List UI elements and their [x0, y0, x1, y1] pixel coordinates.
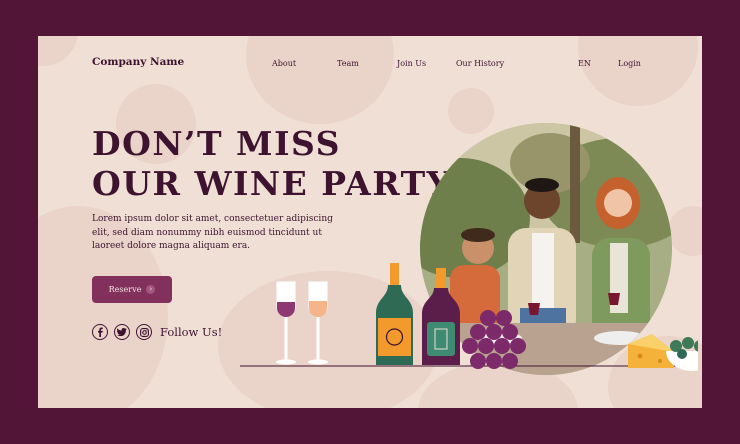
reserve-button-label: Reserve	[108, 285, 142, 294]
wine-bottle-purple	[422, 268, 460, 365]
headline-line-1: DON’T MISS	[92, 124, 341, 163]
company-logo[interactable]: Company Name	[92, 56, 184, 68]
decor-circle	[246, 36, 394, 124]
wine-bottle-green	[376, 263, 413, 365]
nav-join-us[interactable]: Join Us	[397, 59, 426, 68]
login-link[interactable]: Login	[618, 59, 641, 68]
landing-page: Company Name About Team Join Us Our Hist…	[38, 36, 702, 408]
headline-line-2: OUR WINE PARTY	[92, 164, 452, 203]
language-selector[interactable]: EN	[578, 59, 591, 68]
decor-circle	[578, 36, 698, 106]
decor-circle	[38, 36, 78, 66]
chevron-right-icon: ›	[146, 285, 156, 294]
decor-circle	[448, 88, 494, 134]
wine-glass-rose	[307, 280, 329, 365]
nav-team[interactable]: Team	[337, 59, 359, 68]
twitter-icon[interactable]	[114, 324, 130, 340]
instagram-icon[interactable]	[136, 324, 152, 340]
nav-about[interactable]: About	[272, 59, 296, 68]
facebook-icon[interactable]	[92, 324, 108, 340]
hero-headline: DON’T MISS OUR WINE PARTY	[92, 124, 452, 204]
follow-us-label: Follow Us!	[160, 325, 223, 339]
grapes	[462, 310, 526, 369]
wine-illustration	[240, 263, 698, 371]
reserve-button[interactable]: Reserve ›	[92, 276, 172, 303]
nav-our-history[interactable]: Our History	[456, 59, 504, 68]
wine-glass-red	[275, 280, 297, 365]
